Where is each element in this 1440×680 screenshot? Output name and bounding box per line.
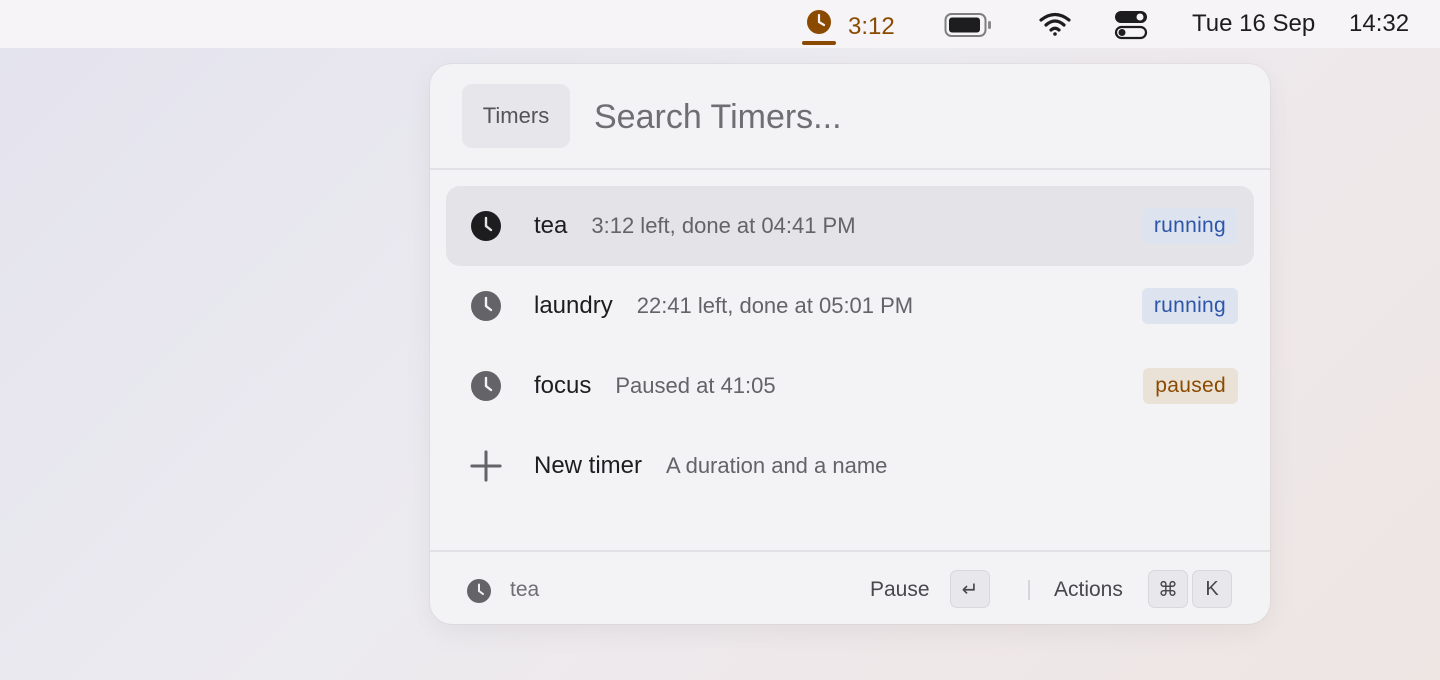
timer-row-text: tea 3:12 left, done at 04:41 PM bbox=[534, 212, 856, 240]
timer-row-text: laundry 22:41 left, done at 05:01 PM bbox=[534, 292, 913, 320]
pause-action[interactable]: Pause bbox=[870, 578, 930, 602]
menubar-clock[interactable]: 14:32 bbox=[1349, 10, 1409, 38]
scope-chip[interactable]: Timers bbox=[462, 84, 570, 148]
status-badge: paused bbox=[1143, 368, 1238, 404]
k-key-hint: K bbox=[1192, 570, 1232, 608]
timer-row-text: focus Paused at 41:05 bbox=[534, 372, 776, 400]
new-timer-label: New timer bbox=[534, 452, 643, 479]
menu-bar: 3:12 Tue 16 Sep 14:32 bbox=[0, 0, 1440, 48]
timer-list: tea 3:12 left, done at 04:41 PM running … bbox=[446, 186, 1254, 506]
timer-name: laundry bbox=[534, 292, 613, 319]
clock-icon bbox=[470, 210, 502, 242]
new-timer-row[interactable]: New timer A duration and a name bbox=[446, 426, 1254, 506]
new-timer-text: New timer A duration and a name bbox=[534, 452, 887, 480]
timer-row-tea[interactable]: tea 3:12 left, done at 04:41 PM running bbox=[446, 186, 1254, 266]
clock-icon bbox=[470, 370, 502, 402]
status-badge: running bbox=[1141, 208, 1238, 244]
timer-subtitle: Paused at 41:05 bbox=[615, 373, 776, 398]
timer-subtitle: 3:12 left, done at 04:41 PM bbox=[591, 213, 856, 238]
clock-icon bbox=[466, 578, 492, 609]
action-bar: tea Pause ↵ Actions ⌘ K bbox=[430, 550, 1270, 624]
timer-name: focus bbox=[534, 372, 592, 399]
actions-button[interactable]: Actions bbox=[1054, 578, 1123, 602]
timer-row-laundry[interactable]: laundry 22:41 left, done at 05:01 PM run… bbox=[446, 266, 1254, 346]
menubar-timer-time: 3:12 bbox=[848, 12, 895, 40]
clock-icon bbox=[802, 8, 836, 45]
divider bbox=[1028, 580, 1030, 600]
battery-icon[interactable] bbox=[944, 12, 992, 45]
control-center-icon[interactable] bbox=[1113, 9, 1149, 48]
timer-subtitle: 22:41 left, done at 05:01 PM bbox=[636, 293, 914, 318]
wifi-icon[interactable] bbox=[1038, 11, 1072, 44]
menubar-timer[interactable]: 3:12 bbox=[802, 8, 895, 45]
plus-icon bbox=[470, 450, 502, 482]
search-input[interactable] bbox=[594, 88, 1234, 146]
menubar-date[interactable]: Tue 16 Sep bbox=[1192, 10, 1315, 38]
timers-panel: Timers tea 3:12 left, done at 04:41 PM r… bbox=[430, 64, 1270, 624]
status-badge: running bbox=[1141, 288, 1238, 324]
timer-row-focus[interactable]: focus Paused at 41:05 paused bbox=[446, 346, 1254, 426]
clock-icon bbox=[470, 290, 502, 322]
timer-name: tea bbox=[534, 212, 568, 239]
enter-key-hint: ↵ bbox=[950, 570, 990, 608]
new-timer-subtitle: A duration and a name bbox=[666, 453, 888, 478]
timer-active-indicator bbox=[802, 41, 836, 45]
selected-item-label: tea bbox=[510, 578, 540, 601]
command-key-hint: ⌘ bbox=[1148, 570, 1188, 608]
search-bar: Timers bbox=[430, 64, 1270, 170]
